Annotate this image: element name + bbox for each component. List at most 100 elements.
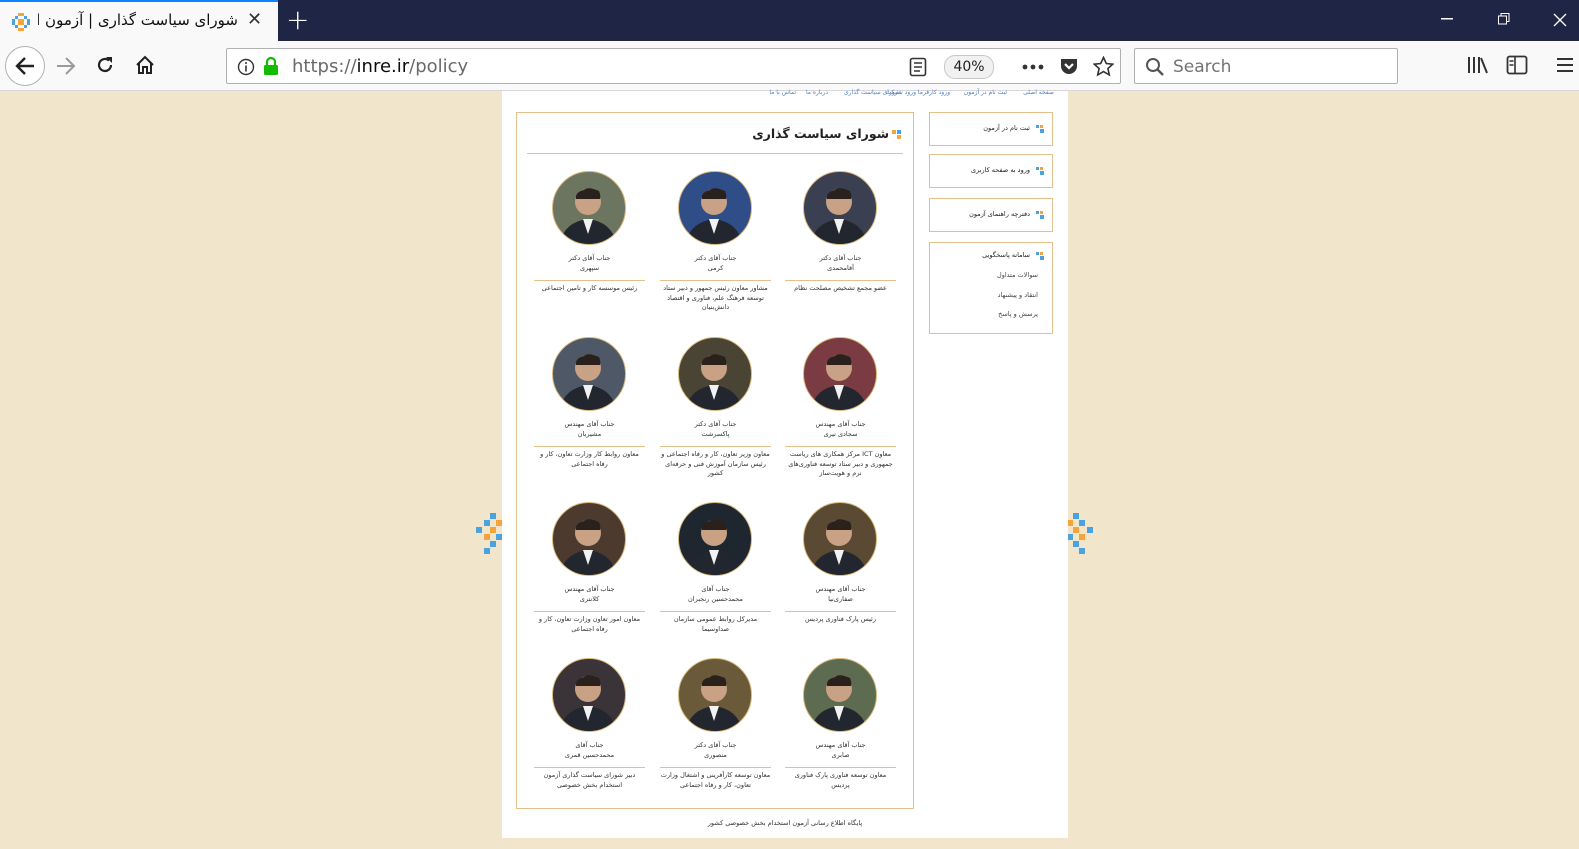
member-name: پاکسرشت	[701, 430, 730, 438]
lock-icon	[264, 56, 278, 75]
member-divider	[660, 611, 771, 612]
active-tab[interactable]: شورای سیاست گذاری | آزمون استخدامی بخش خ…	[0, 0, 278, 41]
menu-item-contact[interactable]: تماس با ما	[769, 89, 796, 96]
member-name: محمدحسین قمری	[564, 751, 615, 759]
restore-icon[interactable]	[1498, 13, 1510, 25]
pocket-icon[interactable]	[1059, 57, 1079, 76]
member-divider	[660, 280, 771, 281]
left-ornament-icon	[476, 513, 502, 554]
member-photo	[678, 171, 752, 245]
menu-icon[interactable]	[1557, 57, 1573, 73]
member-role: رئیس پارک فناوری پردیس	[805, 615, 876, 623]
member-photo	[552, 337, 626, 411]
menu-item-register[interactable]: ثبت نام در آزمون	[964, 89, 1007, 96]
member-photo	[803, 171, 877, 245]
portrait-icon	[685, 519, 743, 575]
footer-text: پایگاه اطلاع رسانی آزمون استخدام بخش خصو…	[707, 819, 863, 827]
back-arrow-icon	[15, 57, 34, 75]
member-divider	[785, 280, 896, 281]
back-button[interactable]	[5, 46, 45, 86]
member-photo	[552, 171, 626, 245]
member-photo	[803, 502, 877, 576]
url-text[interactable]: https://inre.ir/policy	[292, 56, 468, 77]
minimize-icon[interactable]	[1441, 18, 1453, 20]
bookmark-star-icon[interactable]	[1093, 56, 1114, 77]
register-box[interactable]: ثبت نام در آزمون	[929, 112, 1053, 146]
reader-view-icon[interactable]	[909, 57, 927, 77]
member-role: معاون توسعه کارآفرینی و اشتغال وزارت تعا…	[660, 771, 771, 789]
search-icon	[1146, 58, 1164, 76]
member-divider	[534, 767, 645, 768]
portrait-icon	[685, 354, 743, 410]
member-photo	[678, 337, 752, 411]
faq-link[interactable]: سوالات متداول	[997, 271, 1038, 279]
member-name: صابری	[831, 751, 850, 759]
member-honorific: جناب آقای مهندس	[815, 420, 866, 428]
home-icon[interactable]	[134, 54, 156, 76]
member-name: مشیریان	[577, 430, 602, 438]
portrait-icon	[559, 675, 617, 731]
member-honorific: جناب آقای مهندس	[815, 585, 866, 593]
bullet-icon	[1036, 211, 1044, 219]
library-icon[interactable]	[1467, 55, 1489, 75]
search-bar[interactable]: Search	[1134, 48, 1398, 84]
portrait-icon	[810, 519, 868, 575]
member-honorific: جناب آقای مهندس	[564, 420, 615, 428]
menu-item-home[interactable]: صفحه اصلی	[1023, 89, 1054, 96]
member-divider	[785, 446, 896, 447]
bullet-icon	[1036, 167, 1044, 175]
member-role: مدیرکل روابط عمومی سازمان صداوسیما	[673, 615, 758, 633]
member-photo	[678, 502, 752, 576]
right-ornament-icon	[1067, 513, 1093, 554]
member-role: معاون ICT مرکز همکاری های ریاست جمهوری و…	[788, 450, 893, 478]
member-name: آقامحمدی	[827, 264, 854, 272]
member-role: معاون روابط کار وزارت تعاون، کار و رفاه …	[540, 450, 639, 468]
member-name: صفاری‌نیا	[828, 595, 853, 603]
forward-arrow-icon[interactable]	[55, 57, 77, 75]
bullet-icon	[1036, 125, 1044, 133]
portrait-icon	[685, 188, 743, 244]
member-honorific: جناب آقای مهندس	[564, 585, 615, 593]
exam-guide-link[interactable]: دفترچه راهنمای آزمون	[969, 210, 1030, 218]
member-honorific: جناب آقای	[575, 741, 604, 749]
member-role: معاون امور تعاون وزارت تعاون، کار و رفاه…	[538, 615, 641, 633]
title-bar: شورای سیاست گذاری | آزمون استخدامی بخش خ…	[0, 0, 1579, 41]
member-name: منصوری	[704, 751, 727, 759]
member-name: محمدحسین رنجبران	[688, 595, 743, 603]
info-icon[interactable]	[237, 58, 255, 76]
title-bullet-icon	[892, 130, 901, 139]
reload-icon[interactable]	[95, 55, 115, 75]
member-honorific: جناب آقای دکتر	[819, 254, 862, 262]
feedback-link[interactable]: انتقاد و پیشنهاد	[998, 291, 1038, 299]
member-photo	[552, 502, 626, 576]
new-tab-icon[interactable]: +	[286, 3, 309, 36]
menu-item-employer-login[interactable]: ورود کارفرما	[918, 89, 950, 96]
sidebar-toggle-icon[interactable]	[1506, 55, 1528, 75]
member-name: کرمی	[707, 264, 724, 272]
register-link[interactable]: ثبت نام در آزمون	[983, 124, 1030, 132]
panel-header: شورای سیاست گذاری	[527, 123, 903, 154]
member-honorific: جناب آقای مهندس	[815, 741, 866, 749]
member-role: معاون توسعه فناوری پارک فناوری پردیس	[794, 771, 887, 789]
bullet-icon	[1036, 252, 1044, 260]
zoom-indicator[interactable]: 40%	[944, 55, 994, 79]
close-window-icon[interactable]	[1553, 13, 1567, 27]
user-login-link[interactable]: ورود به صفحه کاربری	[971, 166, 1030, 174]
qa-link[interactable]: پرسش و پاسخ	[998, 310, 1038, 318]
page-title: شورای سیاست گذاری	[752, 126, 889, 141]
page-actions-icon[interactable]	[1022, 64, 1044, 70]
guide-box[interactable]: دفترچه راهنمای آزمون	[929, 198, 1053, 232]
portrait-icon	[559, 188, 617, 244]
member-role: عضو مجمع تشخیص مصلحت نظام	[794, 284, 887, 292]
menu-item-policy-council[interactable]: شورای سیاست گذاری	[844, 89, 900, 96]
member-divider	[534, 611, 645, 612]
page-content: صفحه اصلی ثبت نام در آزمون ورود کارفرما …	[502, 89, 1068, 838]
login-box[interactable]: ورود به صفحه کاربری	[929, 154, 1053, 188]
member-name: سپهری	[579, 264, 600, 272]
member-divider	[660, 767, 771, 768]
member-honorific: جناب آقای دکتر	[694, 420, 737, 428]
menu-item-about[interactable]: درباره ما	[806, 89, 828, 96]
policy-council-panel: شورای سیاست گذاری جناب آقای دکتر آقامحمدی…	[516, 112, 914, 809]
close-tab-icon[interactable]: ✕	[247, 9, 262, 30]
address-bar[interactable]: https://inre.ir/policy 40%	[226, 48, 1121, 84]
